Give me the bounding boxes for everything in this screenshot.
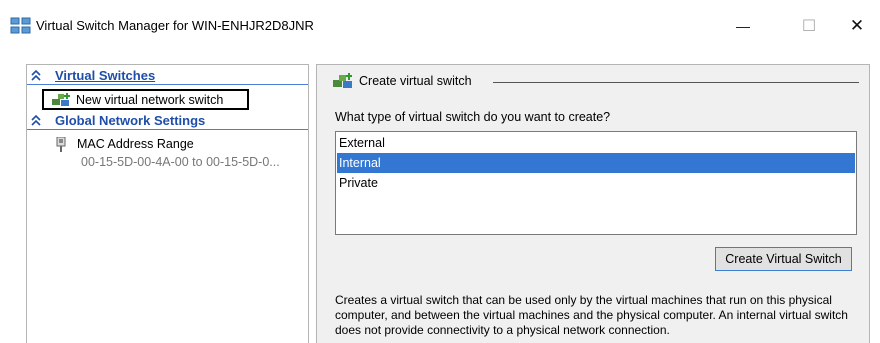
- group-title: Create virtual switch: [359, 74, 472, 88]
- network-adapter-icon: [54, 136, 68, 153]
- create-virtual-switch-button[interactable]: Create Virtual Switch: [715, 247, 852, 271]
- close-button[interactable]: ✕: [834, 10, 880, 42]
- virtual-switch-manager-icon: [10, 17, 32, 35]
- switch-type-question: What type of virtual switch do you want …: [335, 110, 611, 124]
- group-divider: [493, 82, 859, 83]
- switch-type-description: Creates a virtual switch that can be use…: [335, 293, 848, 337]
- mac-address-range-value: 00-15-5D-00-4A-00 to 00-15-5D-0...: [81, 155, 280, 169]
- collapse-chevron-icon[interactable]: [31, 114, 41, 128]
- maximize-button[interactable]: ☐: [786, 10, 832, 42]
- network-switch-add-icon: [52, 93, 70, 107]
- new-virtual-network-switch-item[interactable]: New virtual network switch: [42, 89, 249, 110]
- switch-type-internal[interactable]: Internal: [337, 153, 855, 173]
- maximize-icon: ☐: [801, 18, 817, 35]
- virtual-switches-label: Virtual Switches: [55, 68, 156, 83]
- new-virtual-network-switch-label: New virtual network switch: [76, 93, 224, 107]
- switch-type-list[interactable]: External Internal Private: [335, 131, 857, 235]
- window-title: Virtual Switch Manager for WIN-ENHJR2D8J…: [36, 18, 314, 33]
- navigation-pane: Virtual Switches New virtual network swi…: [26, 64, 309, 343]
- global-network-settings-header[interactable]: Global Network Settings: [27, 113, 308, 130]
- collapse-chevron-icon[interactable]: [31, 69, 41, 83]
- network-switch-add-icon: [333, 73, 353, 89]
- details-pane: Create virtual switch What type of virtu…: [316, 64, 870, 343]
- virtual-switches-header[interactable]: Virtual Switches: [27, 68, 308, 85]
- title-bar: Virtual Switch Manager for WIN-ENHJR2D8J…: [0, 0, 880, 46]
- global-network-settings-label: Global Network Settings: [55, 113, 206, 128]
- switch-type-external[interactable]: External: [337, 133, 855, 153]
- minimize-button[interactable]: —: [720, 10, 766, 42]
- switch-type-private[interactable]: Private: [337, 173, 855, 193]
- close-icon: ✕: [849, 16, 865, 35]
- minimize-icon: —: [736, 18, 750, 34]
- mac-address-range-item[interactable]: MAC Address Range: [77, 137, 194, 151]
